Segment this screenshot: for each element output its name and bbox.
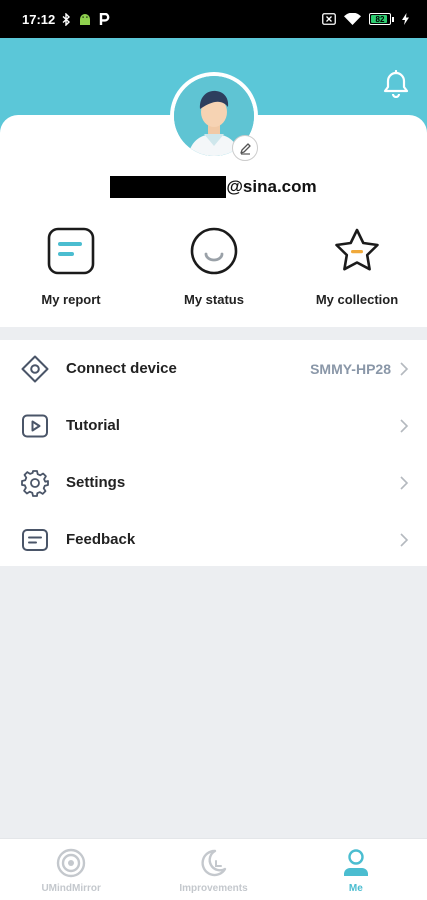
menu-item-feedback[interactable]: Feedback	[0, 511, 427, 568]
status-bar: 17:12 82	[0, 0, 427, 38]
tab-label-improvements: Improvements	[179, 883, 248, 894]
menu-item-settings[interactable]: Settings	[0, 454, 427, 511]
mirror-icon	[56, 848, 86, 878]
connected-device-name: SMMY-HP28	[310, 360, 391, 377]
settings-label: Settings	[66, 474, 126, 491]
tab-label-umindmirror: UMindMirror	[41, 883, 101, 894]
battery-icon: 82	[369, 13, 394, 25]
tab-improvements[interactable]: Improvements	[142, 839, 284, 900]
moon-icon	[201, 849, 227, 877]
menu-item-connect-device[interactable]: Connect device SMMY-HP28	[0, 340, 427, 397]
parking-app-icon	[99, 12, 110, 26]
star-icon	[335, 228, 379, 271]
feedback-label: Feedback	[66, 531, 136, 548]
my-collection-label: My collection	[315, 292, 399, 307]
notification-bell-icon[interactable]	[383, 69, 409, 99]
message-icon	[20, 525, 50, 555]
person-icon	[343, 849, 368, 876]
pencil-icon	[239, 142, 251, 155]
chevron-right-icon	[400, 361, 409, 376]
my-report-button[interactable]: My report	[6, 226, 136, 307]
my-report-label: My report	[41, 292, 101, 307]
email-domain: @sina.com	[226, 177, 317, 196]
my-status-label: My status	[184, 292, 244, 307]
device-icon	[20, 354, 50, 384]
wifi-icon	[344, 13, 361, 25]
menu-item-tutorial[interactable]: Tutorial	[0, 397, 427, 454]
chevron-right-icon	[400, 532, 409, 547]
connect-device-label: Connect device	[66, 360, 177, 377]
gear-icon	[20, 468, 50, 498]
charging-icon	[402, 13, 409, 25]
bluetooth-icon	[62, 12, 71, 26]
chevron-right-icon	[400, 418, 409, 433]
chevron-right-icon	[400, 475, 409, 490]
battery-level: 82	[375, 14, 385, 24]
play-icon	[20, 411, 50, 441]
no-sim-icon	[322, 13, 336, 25]
user-email: @sina.com	[0, 176, 427, 198]
my-status-button[interactable]: My status	[149, 226, 279, 307]
my-collection-button[interactable]: My collection	[292, 226, 422, 307]
android-icon	[78, 13, 92, 26]
tutorial-label: Tutorial	[66, 417, 120, 434]
tab-me[interactable]: Me	[285, 839, 427, 900]
status-face-icon	[190, 227, 238, 275]
tab-label-me: Me	[348, 883, 363, 894]
email-redaction	[110, 176, 227, 198]
bottom-tab-bar: UMindMirror Improvements Me	[0, 838, 427, 900]
settings-menu: Connect device SMMY-HP28 Tutorial Settin…	[0, 340, 427, 566]
edit-avatar-button[interactable]	[232, 135, 258, 161]
tab-umindmirror[interactable]: UMindMirror	[0, 839, 142, 900]
report-icon	[47, 227, 95, 275]
status-time: 17:12	[22, 11, 56, 27]
